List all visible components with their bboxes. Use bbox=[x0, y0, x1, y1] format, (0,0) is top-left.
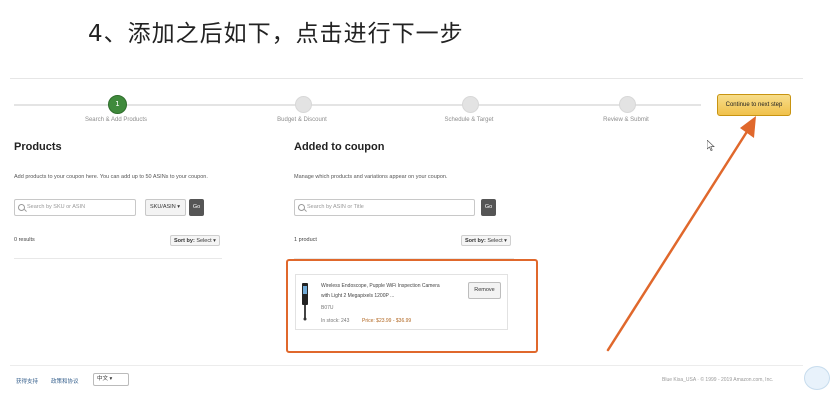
added-product-count: 1 product bbox=[294, 237, 317, 243]
added-go-button[interactable]: Go bbox=[481, 199, 496, 216]
step-3-marker bbox=[462, 96, 479, 113]
search-type-value: SKU/ASIN bbox=[150, 204, 176, 210]
products-search-placeholder: Search by SKU or ASIN bbox=[27, 204, 86, 210]
product-title-line-2[interactable]: with Light 2 Megapixels 1200P ... bbox=[321, 293, 394, 299]
step-3-label[interactable]: Schedule & Target bbox=[414, 117, 524, 123]
products-description: Add products to your coupon here. You ca… bbox=[14, 174, 208, 180]
search-type-select[interactable]: SKU/ASIN ▾ bbox=[145, 199, 186, 216]
products-sort-select[interactable]: Sort by: Select ▾ bbox=[170, 235, 220, 246]
product-asin: B07U bbox=[321, 305, 334, 311]
footer-copyright: Blue Kisa_USA · © 1999 - 2019 Amazon.com… bbox=[662, 377, 774, 383]
search-icon bbox=[18, 204, 25, 211]
products-results-count: 0 results bbox=[14, 237, 35, 243]
step-2-label[interactable]: Budget & Discount bbox=[247, 117, 357, 123]
added-search-placeholder: Search by ASIN or Title bbox=[307, 204, 364, 210]
step-1-label[interactable]: Search & Add Products bbox=[61, 117, 171, 123]
product-thumbnail bbox=[302, 283, 308, 321]
added-description: Manage which products and variations app… bbox=[294, 174, 448, 180]
footer-divider bbox=[10, 365, 803, 366]
sort-value: Select bbox=[487, 238, 503, 244]
product-title-line-1[interactable]: Wireless Endoscope, Pupple WiFi Inspecti… bbox=[321, 283, 440, 289]
annotation-arrow-icon bbox=[606, 116, 756, 352]
mouse-cursor-icon bbox=[707, 140, 715, 151]
search-icon bbox=[298, 204, 305, 211]
sort-label: Sort by: bbox=[465, 238, 486, 244]
remove-product-button[interactable]: Remove bbox=[468, 282, 501, 299]
added-sort-select[interactable]: Sort by: Select ▾ bbox=[461, 235, 511, 246]
top-divider bbox=[10, 78, 803, 79]
step-1-marker: 1 bbox=[108, 95, 127, 114]
products-go-button[interactable]: Go bbox=[189, 199, 204, 216]
language-select[interactable]: 中文 ▾ bbox=[93, 373, 129, 386]
step-2-marker bbox=[295, 96, 312, 113]
products-divider bbox=[14, 258, 222, 259]
products-search-input[interactable]: Search by SKU or ASIN bbox=[14, 199, 136, 216]
sort-label: Sort by: bbox=[174, 238, 195, 244]
chat-icon[interactable] bbox=[804, 366, 830, 390]
product-stock: In stock: 243 bbox=[321, 318, 350, 324]
added-title: Added to coupon bbox=[294, 141, 385, 153]
products-title: Products bbox=[14, 141, 62, 153]
page-heading: 4、添加之后如下，点击进行下一步 bbox=[88, 21, 464, 47]
footer-help-link[interactable]: 获得支持 bbox=[16, 377, 38, 385]
language-value: 中文 bbox=[97, 376, 109, 382]
footer-privacy-link[interactable]: 政策和协议 bbox=[51, 377, 79, 385]
added-search-input[interactable]: Search by ASIN or Title bbox=[294, 199, 475, 216]
product-price: Price: $23.99 - $36.99 bbox=[362, 318, 412, 324]
sort-value: Select bbox=[196, 238, 212, 244]
